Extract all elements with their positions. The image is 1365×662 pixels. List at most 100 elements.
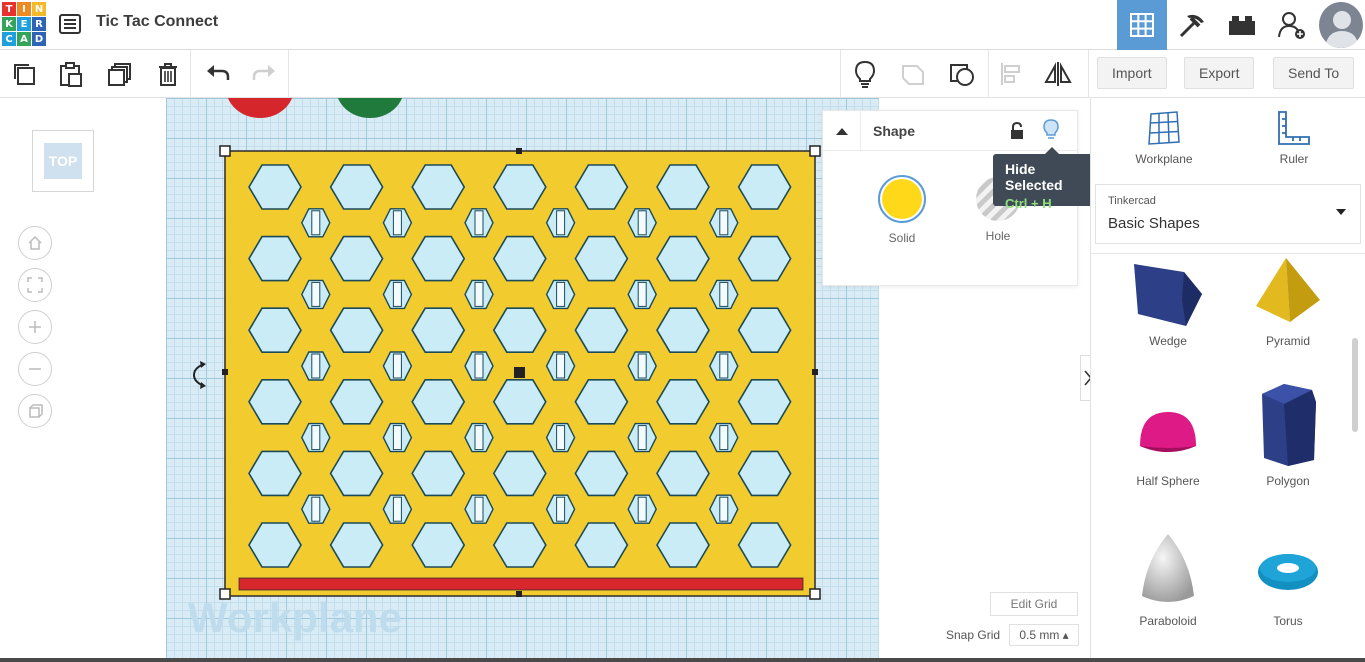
logo-letter: T: [2, 2, 16, 16]
solid-option[interactable]: Solid: [877, 175, 927, 245]
design-title[interactable]: Tic Tac Connect: [96, 13, 218, 31]
hole-label: Hole: [985, 229, 1011, 243]
collapse-panel-icon[interactable]: [823, 111, 861, 151]
slot-insert: [474, 425, 484, 451]
tooltip-title: Hide Selected: [1005, 161, 1063, 193]
shape-library-select[interactable]: Tinkercad Basic Shapes: [1095, 184, 1361, 244]
slot-insert: [392, 281, 402, 307]
delete-icon[interactable]: [152, 58, 184, 90]
slot-insert: [311, 425, 321, 451]
shape-label: Torus: [1273, 614, 1303, 628]
shape-label: Paraboloid: [1139, 614, 1197, 628]
group-icon[interactable]: [897, 58, 929, 90]
redo-icon[interactable]: [248, 58, 280, 90]
shape-half-sphere[interactable]: Half Sphere: [1113, 400, 1223, 488]
snap-grid-select[interactable]: 0.5 mm ▴: [1009, 624, 1079, 646]
shapes-sidebar: Workplane Ruler Tinkercad Basic Shapes W…: [1090, 98, 1365, 662]
pickaxe-icon[interactable]: [1167, 0, 1217, 50]
snap-grid-label: Snap Grid: [946, 628, 1001, 642]
shape-label: Half Sphere: [1136, 474, 1200, 488]
tooltip-shortcut: Ctrl + H: [1005, 196, 1052, 211]
slot-insert: [392, 353, 402, 379]
design-list-icon[interactable]: [58, 12, 82, 36]
logo-letter: A: [17, 32, 31, 46]
logo-letter: K: [2, 17, 16, 31]
fit-view-icon[interactable]: [18, 268, 52, 302]
ruler-icon: [1278, 111, 1310, 145]
align-icon[interactable]: [996, 58, 1028, 90]
shape-paraboloid[interactable]: Paraboloid: [1113, 530, 1223, 628]
workspace-canvas[interactable]: Workplane TOP Shape Solid Hole Edit Grid…: [0, 98, 1090, 662]
sidebar-scrollbar[interactable]: [1352, 338, 1358, 432]
workplane-tool[interactable]: Workplane: [1109, 110, 1219, 166]
ungroup-icon[interactable]: [946, 58, 978, 90]
logo-letter: E: [17, 17, 31, 31]
top-bar: TIN KER CAD Tic Tac Connect: [0, 0, 1365, 50]
slot-insert: [311, 281, 321, 307]
wedge-icon: [1134, 264, 1202, 326]
library-name: Basic Shapes: [1108, 215, 1200, 232]
ruler-tool[interactable]: Ruler: [1239, 110, 1349, 166]
shape-label: Wedge: [1149, 334, 1187, 348]
solid-color-swatch[interactable]: [878, 175, 926, 223]
copy-icon[interactable]: [8, 58, 40, 90]
logo-letter: I: [17, 2, 31, 16]
shape-torus[interactable]: Torus: [1233, 540, 1343, 628]
send-to-button[interactable]: Send To: [1273, 57, 1355, 89]
shape-wedge[interactable]: Wedge: [1113, 260, 1223, 348]
paraboloid-icon: [1142, 534, 1194, 602]
chevron-down-icon: [1336, 209, 1346, 215]
slot-insert: [474, 210, 484, 236]
slot-insert: [556, 210, 566, 236]
rotate-handle-icon[interactable]: [190, 360, 212, 395]
slot-insert: [311, 210, 321, 236]
shape-panel-title: Shape: [873, 123, 916, 139]
duplicate-icon[interactable]: [104, 58, 136, 90]
user-avatar[interactable]: [1317, 0, 1365, 50]
add-user-icon[interactable]: [1267, 0, 1317, 50]
light-bulb-icon[interactable]: [849, 58, 881, 90]
toolbar: Import Export Send To: [0, 50, 1365, 98]
slot-insert: [719, 281, 729, 307]
slot-insert: [556, 353, 566, 379]
slot-insert: [719, 496, 729, 522]
bricks-icon[interactable]: [1217, 0, 1267, 50]
shape-label: Pyramid: [1265, 334, 1310, 348]
ortho-icon[interactable]: [18, 394, 52, 428]
edit-grid-button[interactable]: Edit Grid: [990, 592, 1078, 616]
pyramid-icon: [1256, 258, 1320, 322]
lock-icon[interactable]: [1009, 121, 1025, 146]
slot-insert: [392, 425, 402, 451]
top-nav: [1117, 0, 1365, 50]
import-button[interactable]: Import: [1097, 57, 1167, 89]
export-button[interactable]: Export: [1184, 57, 1255, 89]
slot-insert: [392, 496, 402, 522]
shape-pyramid[interactable]: Pyramid: [1233, 256, 1343, 348]
tinkercad-logo[interactable]: TIN KER CAD: [2, 2, 46, 46]
game-board[interactable]: [218, 144, 824, 604]
collapse-sidebar-button[interactable]: [1080, 355, 1090, 401]
home-icon[interactable]: [18, 226, 52, 260]
paste-icon[interactable]: [54, 58, 86, 90]
ruler-tool-label: Ruler: [1279, 152, 1309, 166]
half-sphere-icon: [1140, 412, 1196, 452]
zoom-out-icon[interactable]: [18, 352, 52, 386]
slot-insert: [474, 496, 484, 522]
logo-letter: R: [32, 17, 46, 31]
slot-insert: [637, 210, 647, 236]
slot-insert: [556, 281, 566, 307]
slot-insert: [719, 353, 729, 379]
workplane-icon: [1148, 111, 1180, 145]
torus-icon: [1258, 554, 1318, 590]
slot-insert: [474, 353, 484, 379]
shape-label: Polygon: [1266, 474, 1310, 488]
view-cube-top-face[interactable]: TOP: [44, 143, 82, 179]
undo-icon[interactable]: [202, 58, 234, 90]
3d-view-icon[interactable]: [1117, 0, 1167, 50]
zoom-in-icon[interactable]: [18, 310, 52, 344]
hide-bulb-icon[interactable]: [1043, 119, 1059, 146]
view-cube[interactable]: TOP: [32, 130, 94, 192]
mirror-icon[interactable]: [1042, 58, 1074, 90]
logo-letter: D: [32, 32, 46, 46]
shape-polygon[interactable]: Polygon: [1233, 380, 1343, 488]
